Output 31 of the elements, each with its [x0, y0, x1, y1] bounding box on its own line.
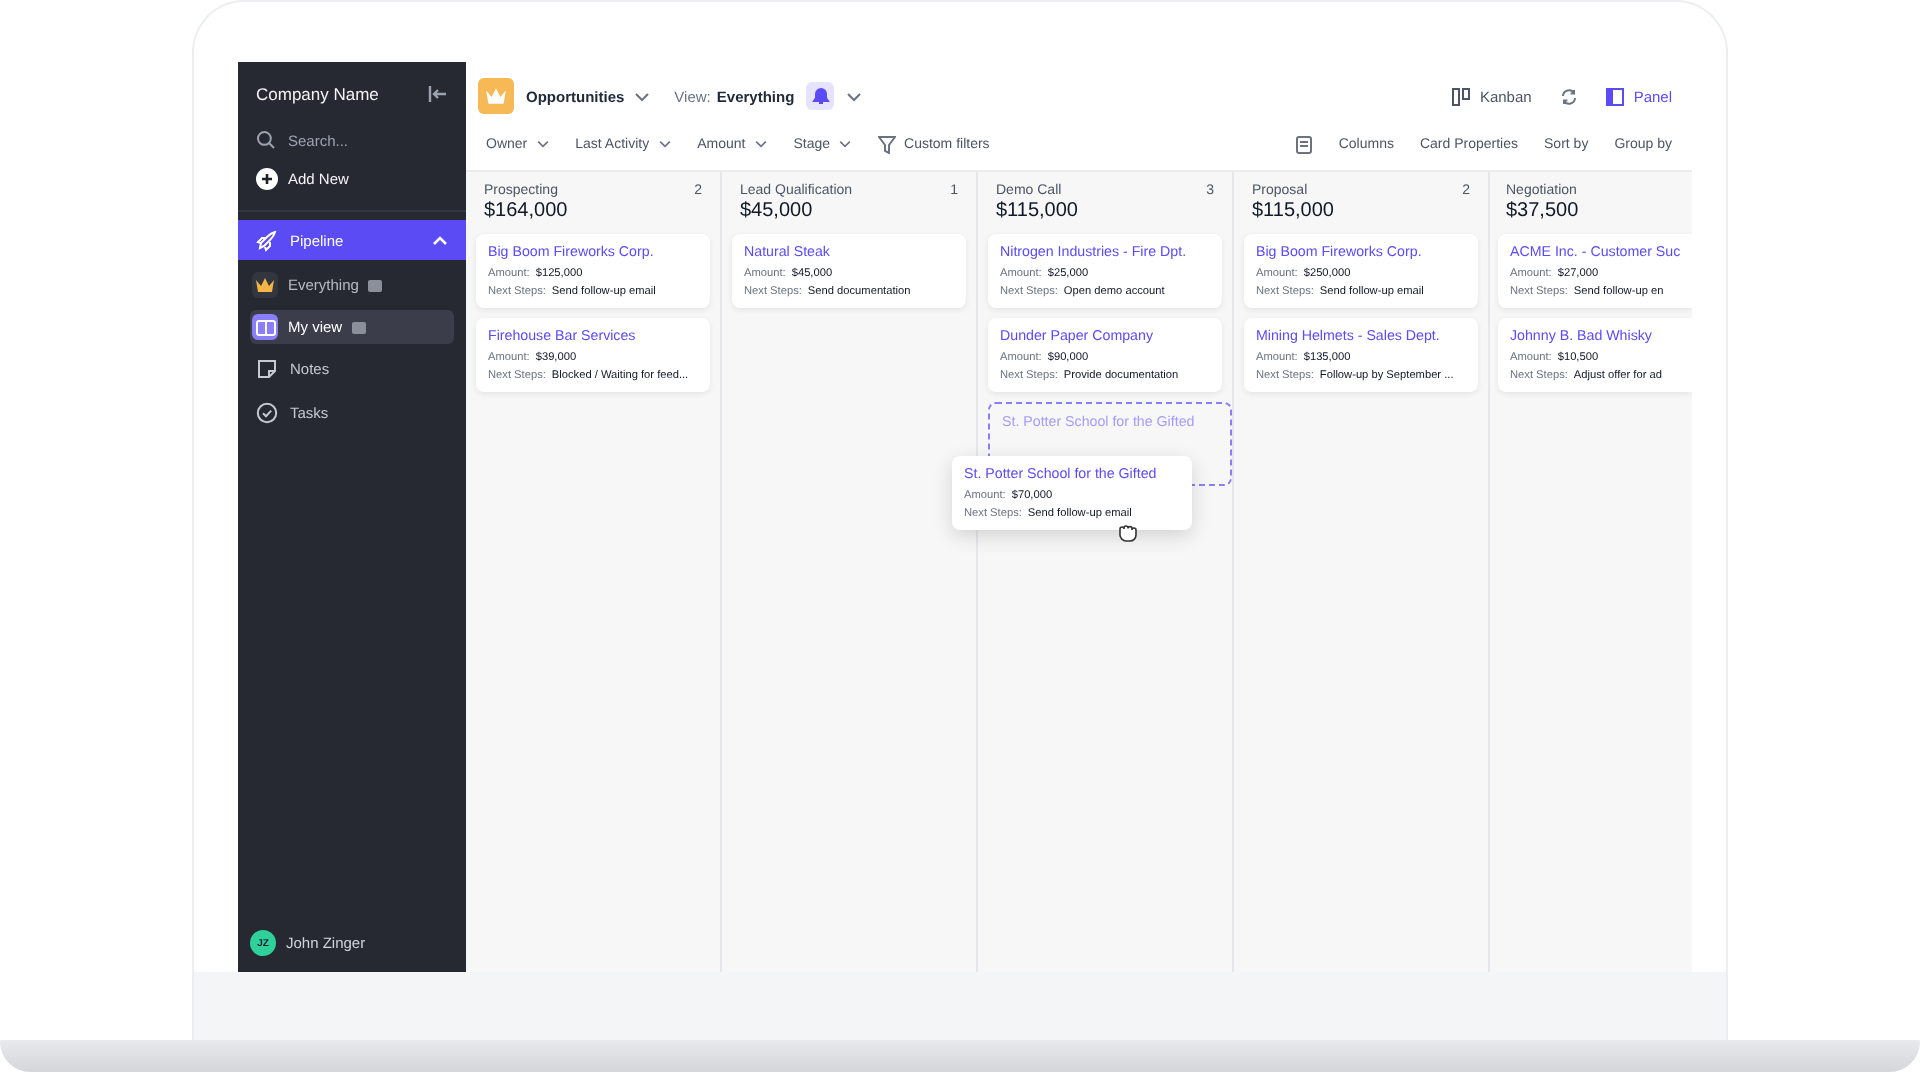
chevron-down-icon	[535, 140, 550, 148]
chevron-down-icon	[657, 140, 672, 148]
company-name: Company Name	[256, 84, 379, 104]
column-total: $45,000	[738, 198, 815, 226]
collapse-icon[interactable]	[428, 84, 448, 104]
chevron-down-icon	[634, 91, 651, 101]
view-icon	[252, 314, 278, 340]
crown-icon	[478, 78, 514, 114]
bell-icon[interactable]	[806, 82, 835, 110]
panel-icon	[1605, 87, 1624, 105]
tag-icon	[368, 279, 383, 291]
column-total: $164,000	[482, 198, 570, 226]
rocket-icon	[256, 229, 278, 251]
refresh-icon[interactable]	[1559, 87, 1578, 105]
chevron-down-icon	[753, 140, 768, 148]
search-icon	[256, 130, 276, 150]
column-total: $37,500	[1504, 198, 1581, 226]
kanban-icon	[1451, 87, 1470, 105]
chevron-down-icon	[838, 140, 853, 148]
plus-icon	[256, 168, 278, 190]
document-icon[interactable]	[1296, 135, 1313, 153]
chevron-up-icon[interactable]	[432, 234, 448, 246]
check-circle-icon	[256, 401, 278, 423]
chevron-down-icon[interactable]	[846, 91, 863, 101]
tag-icon	[352, 321, 367, 333]
column-total: $115,000	[994, 198, 1080, 226]
filter-icon	[878, 135, 897, 153]
crown-icon	[252, 272, 278, 298]
note-icon	[256, 357, 278, 379]
column-total: $115,000	[1250, 198, 1336, 226]
grab-cursor-icon	[1116, 520, 1138, 542]
